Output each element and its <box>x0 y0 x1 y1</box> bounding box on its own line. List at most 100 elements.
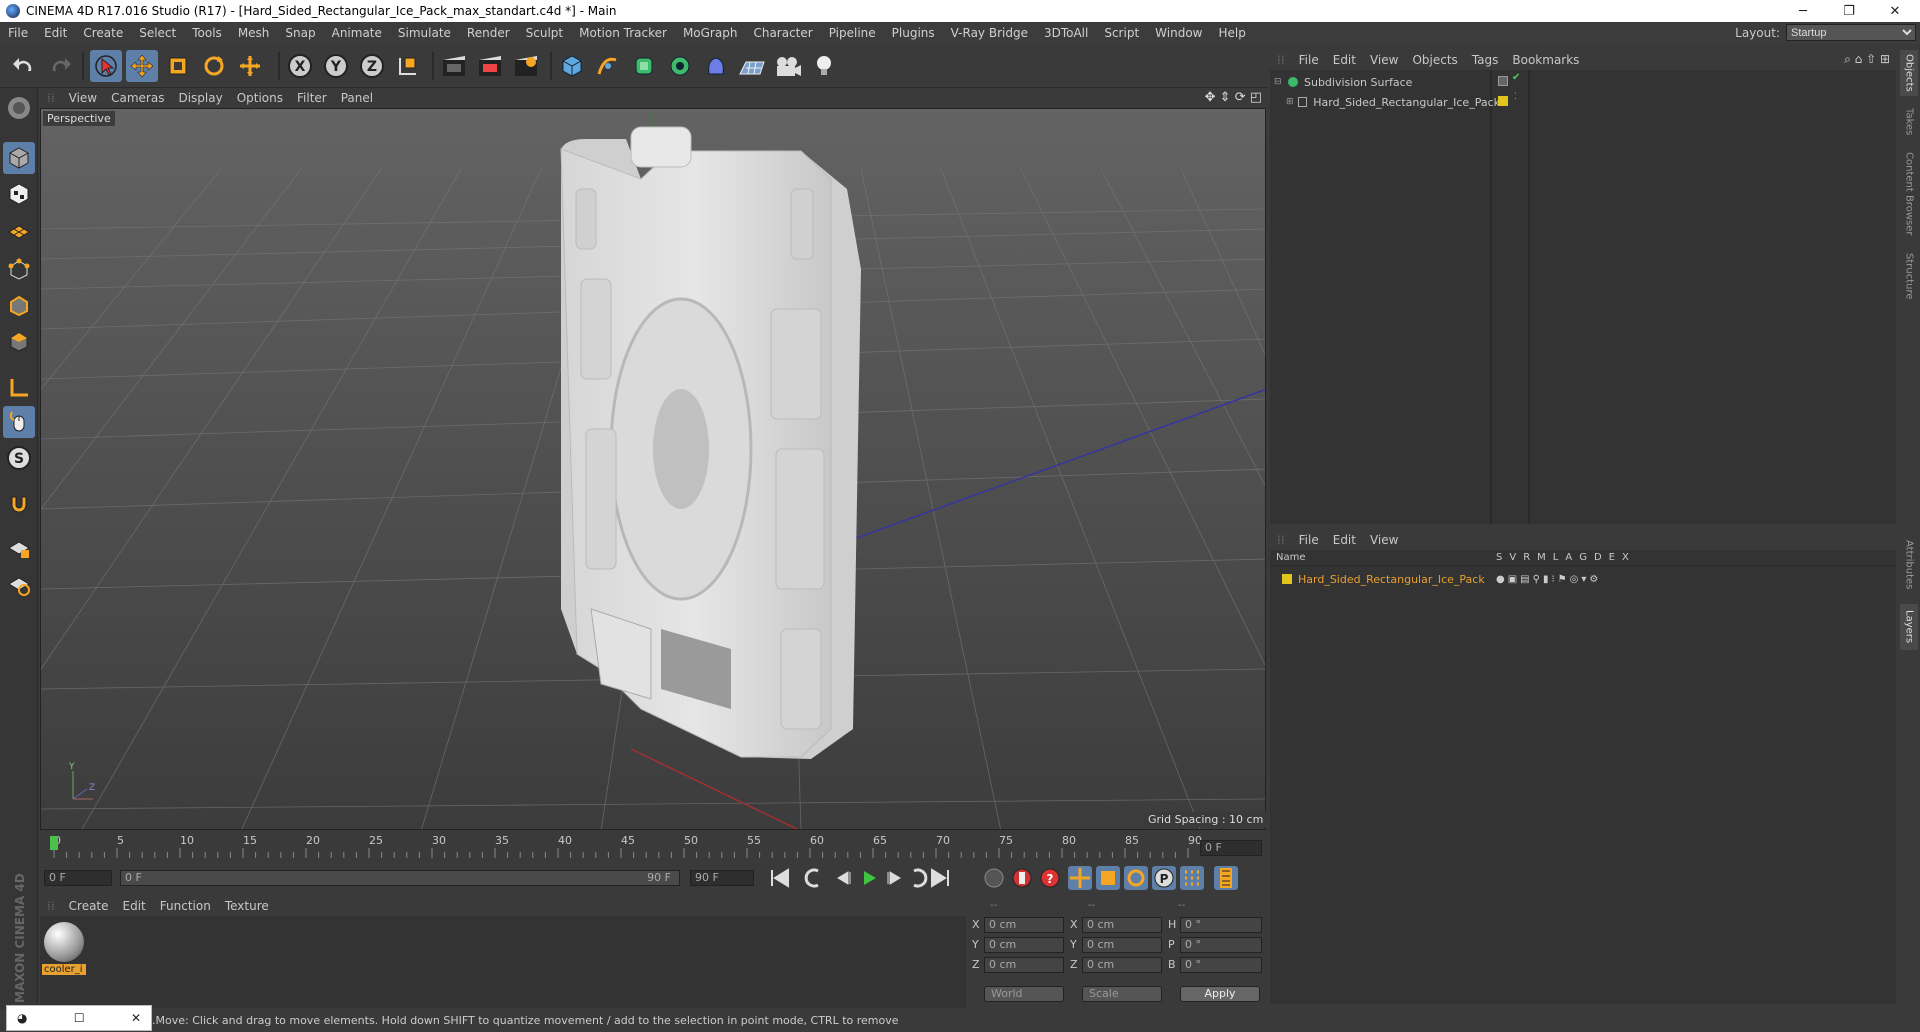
visibility-dots-icon[interactable]: ⁚ <box>1514 92 1517 102</box>
frame-range-slider[interactable]: 0 F 90 F <box>120 870 680 886</box>
tab-content-browser[interactable]: Content Browser <box>1900 146 1918 242</box>
autokeying-icon[interactable] <box>1012 868 1032 888</box>
deformer-icon[interactable] <box>700 50 732 82</box>
object-menu-bookmarks[interactable]: Bookmarks <box>1505 53 1586 67</box>
restore-icon[interactable]: ❐ <box>1826 0 1872 22</box>
material-menu-function[interactable]: Function <box>153 899 218 913</box>
menu-animate[interactable]: Animate <box>324 26 390 40</box>
x-axis-lock-icon[interactable]: X <box>284 50 316 82</box>
timeline-window-icon[interactable] <box>1214 866 1238 890</box>
menu-character[interactable]: Character <box>745 26 820 40</box>
3d-viewport[interactable]: Y Z <box>40 108 1266 830</box>
menu-create[interactable]: Create <box>75 26 131 40</box>
coordinate-mode-select[interactable]: Scale <box>1082 986 1162 1002</box>
workplane-mode-icon[interactable] <box>3 214 35 246</box>
object-menu-edit[interactable]: Edit <box>1326 53 1363 67</box>
size-x-field[interactable]: 0 cm <box>1082 917 1162 933</box>
end-frame-field[interactable]: 90 F <box>690 870 754 886</box>
menu-file[interactable]: File <box>0 26 36 40</box>
flag-deformers[interactable]: D <box>1594 552 1602 563</box>
enabled-check-icon[interactable]: ✔ <box>1512 72 1520 83</box>
cube-primitive-icon[interactable] <box>556 50 588 82</box>
apply-button[interactable]: Apply <box>1180 986 1260 1002</box>
model-mode-icon[interactable] <box>3 142 35 174</box>
position-key-icon[interactable] <box>1068 866 1092 890</box>
material-swatch[interactable]: cooler_i <box>42 920 86 980</box>
enable-axis-icon[interactable] <box>3 372 35 404</box>
undo-icon[interactable] <box>8 50 40 82</box>
rotation-key-icon[interactable] <box>1124 866 1148 890</box>
layer-color-swatch[interactable] <box>1282 574 1292 584</box>
viewport-menu-display[interactable]: Display <box>171 91 229 105</box>
menu-help[interactable]: Help <box>1210 26 1253 40</box>
subdivision-surface-icon[interactable] <box>628 50 660 82</box>
position-y-field[interactable]: 0 cm <box>984 937 1064 953</box>
z-axis-lock-icon[interactable]: Z <box>356 50 388 82</box>
previous-key-icon[interactable] <box>804 868 819 888</box>
minimize-icon[interactable]: ─ <box>1780 0 1826 22</box>
layer-menu-view[interactable]: View <box>1363 533 1405 547</box>
playhead-marker[interactable] <box>50 836 58 850</box>
expand-icon[interactable]: ⊞ <box>1286 97 1296 107</box>
record-keys-icon[interactable] <box>984 868 1004 888</box>
polygons-mode-icon[interactable] <box>3 326 35 358</box>
tab-takes[interactable]: Takes <box>1900 102 1918 142</box>
menu-edit[interactable]: Edit <box>36 26 75 40</box>
menu-vray-bridge[interactable]: V-Ray Bridge <box>943 26 1036 40</box>
flag-expressions[interactable]: E <box>1609 552 1615 563</box>
edges-mode-icon[interactable] <box>3 290 35 322</box>
timeline-ruler[interactable]: 051015202530354045505560657075808590 0 F <box>40 832 1266 862</box>
object-menu-tags[interactable]: Tags <box>1465 53 1506 67</box>
menu-mograph[interactable]: MoGraph <box>675 26 746 40</box>
layer-color-icon[interactable] <box>1498 96 1508 106</box>
rotation-p-field[interactable]: 0 ° <box>1180 937 1262 953</box>
next-frame-icon[interactable] <box>887 871 901 885</box>
flag-view[interactable]: V <box>1509 552 1516 563</box>
menu-3dtoall[interactable]: 3DToAll <box>1036 26 1096 40</box>
position-z-field[interactable]: 0 cm <box>984 957 1064 973</box>
go-to-end-icon[interactable] <box>931 868 949 888</box>
position-x-field[interactable]: 0 cm <box>984 917 1064 933</box>
layer-flag-icons[interactable]: ●▣▤⚲▮⁝⚑◎▾⚙ <box>1496 574 1601 585</box>
tweak-mode-icon[interactable] <box>3 406 35 438</box>
viewport-menu-panel[interactable]: Panel <box>334 91 380 105</box>
spline-pen-icon[interactable] <box>592 50 624 82</box>
layout-select[interactable]: Startup <box>1786 24 1916 41</box>
render-to-picture-viewer-icon[interactable] <box>474 50 506 82</box>
rotation-h-field[interactable]: 0 ° <box>1180 917 1262 933</box>
light-icon[interactable] <box>808 50 840 82</box>
menu-pipeline[interactable]: Pipeline <box>821 26 884 40</box>
object-menu-file[interactable]: File <box>1292 53 1326 67</box>
workplane-lock-icon[interactable] <box>3 532 35 564</box>
live-selection-icon[interactable] <box>90 50 122 82</box>
material-menu-texture[interactable]: Texture <box>218 899 276 913</box>
viewport-menu-options[interactable]: Options <box>230 91 290 105</box>
collapse-icon[interactable]: ⊟ <box>1274 77 1286 87</box>
camera-icon[interactable] <box>772 50 804 82</box>
coordinate-space-select[interactable]: World <box>984 986 1064 1002</box>
menu-mesh[interactable]: Mesh <box>230 26 278 40</box>
play-forward-icon[interactable] <box>864 871 876 885</box>
layer-menu-file[interactable]: File <box>1292 533 1326 547</box>
tab-structure[interactable]: Structure <box>1900 246 1918 306</box>
go-to-start-icon[interactable] <box>771 868 789 888</box>
rotation-b-field[interactable]: 0 ° <box>1180 957 1262 973</box>
flag-locked[interactable]: L <box>1553 552 1559 563</box>
keyframe-selection-icon[interactable]: ? <box>1040 868 1060 888</box>
flag-solo[interactable]: S <box>1496 552 1502 563</box>
flag-animation[interactable]: A <box>1565 552 1572 563</box>
tab-objects[interactable]: Objects <box>1900 50 1918 96</box>
viewport-menu-cameras[interactable]: Cameras <box>104 91 171 105</box>
redo-icon[interactable] <box>44 50 76 82</box>
render-settings-icon[interactable] <box>510 50 542 82</box>
tab-attributes[interactable]: Attributes <box>1900 530 1918 600</box>
cloner-icon[interactable] <box>664 50 696 82</box>
object-menu-view[interactable]: View <box>1363 53 1405 67</box>
start-frame-field[interactable]: 0 F <box>44 870 112 886</box>
layer-row[interactable]: Hard_Sided_Rectangular_Ice_Pack ●▣▤⚲▮⁝⚑◎… <box>1282 572 1882 586</box>
menu-script[interactable]: Script <box>1096 26 1147 40</box>
layer-menu-edit[interactable]: Edit <box>1326 533 1363 547</box>
menu-render[interactable]: Render <box>459 26 518 40</box>
y-axis-lock-icon[interactable]: Y <box>320 50 352 82</box>
menu-plugins[interactable]: Plugins <box>884 26 943 40</box>
